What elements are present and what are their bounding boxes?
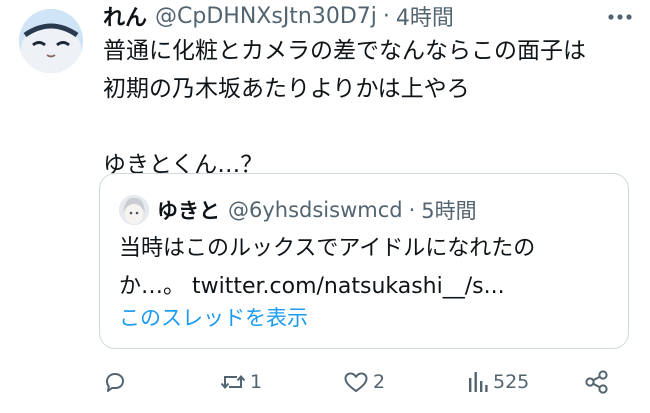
show-thread-link[interactable]: このスレッドを表示 [119,302,308,332]
quoted-timestamp: 5時間 [421,199,477,223]
like-count: 2 [373,371,386,393]
quoted-display-name: ゆきと [157,199,220,223]
quoted-avatar [119,195,149,225]
share-icon [584,369,610,395]
retweet-count: 1 [250,371,263,393]
quoted-user-handle: @6yhsdsiswmcd [228,198,403,222]
views-icon [467,370,489,394]
quoted-tweet-header: ゆきと @6yhsdsiswmcd · 5時間 [119,194,477,226]
more-icon[interactable] [605,6,635,28]
tweet-text: 普通に化粧とカメラの差でなんならこの面子は 初期の乃木坂あたりよりかは上やろ ゆ… [103,38,586,178]
action-bar: 1 2 525 [103,364,623,400]
views-button[interactable]: 525 [467,364,529,400]
user-handle[interactable]: @CpDHNXsJtn30D7j [155,4,377,29]
avatar[interactable] [19,9,83,73]
quoted-tweet-card[interactable]: ゆきと @6yhsdsiswmcd · 5時間 当時はこのルックスでアイドルにな… [99,173,629,349]
share-button[interactable] [584,364,610,400]
reply-icon [103,370,127,394]
quoted-separator-dot: · [408,198,416,222]
views-count: 525 [493,371,530,393]
timestamp[interactable]: 4時間 [396,0,454,32]
retweet-icon [220,370,246,394]
separator-dot: · [382,3,390,29]
reply-button[interactable] [103,364,131,400]
retweet-button[interactable]: 1 [220,364,262,400]
like-icon [343,370,369,394]
like-button[interactable]: 2 [343,364,385,400]
quoted-tweet-text: 当時はこのルックスでアイドルになれたの か…。 twitter.com/nats… [119,236,536,299]
display-name[interactable]: れん [103,0,147,32]
tweet-header: れん @CpDHNXsJtn30D7j · 4時間 [103,0,454,32]
